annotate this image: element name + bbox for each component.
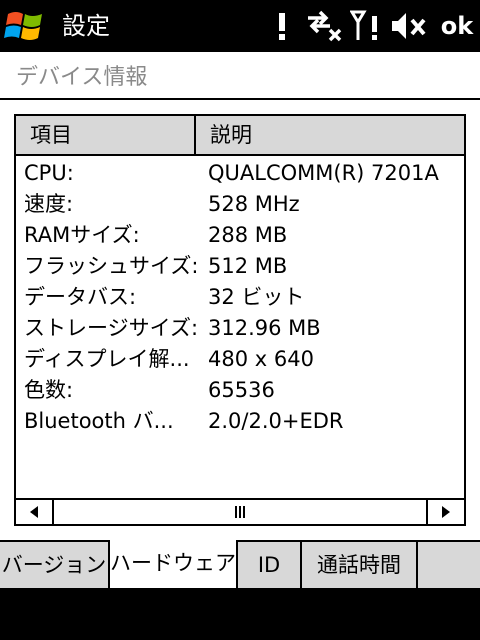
tab-hardware[interactable]: ハードウェア — [108, 540, 238, 590]
tab-call-time[interactable]: 通話時間 — [302, 542, 418, 588]
row-description: 528 MHz — [208, 192, 300, 216]
list-row[interactable]: RAMサイズ: 288 MB — [16, 220, 464, 251]
tab-version[interactable]: バージョン — [0, 542, 110, 588]
data-connection-off-icon[interactable] — [304, 8, 344, 44]
row-description: 32 ビット — [208, 285, 305, 309]
row-description: 288 MB — [208, 223, 288, 247]
row-item: Bluetooth バ... — [24, 409, 174, 433]
notification-exclamation-icon[interactable] — [270, 8, 294, 44]
scrollbar-thumb[interactable] — [54, 500, 426, 524]
row-description: 2.0/2.0+EDR — [208, 409, 344, 433]
window-title: 設定 — [62, 12, 110, 40]
row-description: 480 x 640 — [208, 347, 314, 371]
row-description: 312.96 MB — [208, 316, 321, 340]
row-item: 速度: — [24, 192, 74, 216]
device-info-list[interactable]: 項目 説明 CPU: QUALCOMM(R) 7201A 速度: 528 MHz… — [14, 114, 466, 526]
row-item: データバス: — [24, 285, 137, 309]
tab-bar: バージョン ハードウェア ID 通話時間 — [0, 540, 480, 590]
column-header-item[interactable]: 項目 — [30, 116, 72, 154]
row-description: 512 MB — [208, 254, 288, 278]
column-header-description[interactable]: 説明 — [210, 116, 252, 154]
scroll-left-arrow-icon — [30, 506, 38, 518]
row-item: フラッシュサイズ: — [24, 254, 199, 278]
grip-icon — [235, 506, 245, 518]
row-item: RAMサイズ: — [24, 223, 140, 247]
horizontal-scrollbar[interactable] — [16, 498, 464, 524]
row-item: CPU: — [24, 161, 74, 185]
list-row[interactable]: ディスプレイ解... 480 x 640 — [16, 344, 464, 375]
row-item: ディスプレイ解... — [24, 347, 190, 371]
softkey-bar — [0, 588, 480, 640]
scroll-left-button[interactable] — [16, 500, 54, 524]
scroll-right-button[interactable] — [426, 500, 464, 524]
page-title: デバイス情報 — [16, 65, 148, 90]
scroll-right-arrow-icon — [442, 506, 450, 518]
list-row[interactable]: フラッシュサイズ: 512 MB — [16, 251, 464, 282]
title-divider — [0, 98, 480, 100]
signal-icon[interactable] — [350, 8, 384, 44]
list-header: 項目 説明 — [16, 116, 464, 156]
row-item: 色数: — [24, 378, 74, 402]
ok-button[interactable]: ok — [438, 8, 476, 44]
list-row[interactable]: 色数: 65536 — [16, 375, 464, 406]
title-bar: 設定 ok — [0, 0, 480, 52]
tab-id[interactable]: ID — [238, 542, 302, 588]
column-divider[interactable] — [194, 116, 196, 154]
list-row[interactable]: CPU: QUALCOMM(R) 7201A — [16, 158, 464, 189]
list-row[interactable]: データバス: 32 ビット — [16, 282, 464, 313]
windows-start-icon[interactable] — [4, 6, 46, 46]
list-row[interactable]: 速度: 528 MHz — [16, 189, 464, 220]
list-row[interactable]: ストレージサイズ: 312.96 MB — [16, 313, 464, 344]
speaker-muted-icon[interactable] — [390, 8, 428, 44]
scrollbar-track[interactable] — [54, 500, 426, 524]
list-rows: CPU: QUALCOMM(R) 7201A 速度: 528 MHz RAMサイ… — [16, 158, 464, 437]
row-item: ストレージサイズ: — [24, 316, 199, 340]
row-description: 65536 — [208, 378, 275, 402]
list-row[interactable]: Bluetooth バ... 2.0/2.0+EDR — [16, 406, 464, 437]
row-description: QUALCOMM(R) 7201A — [208, 161, 439, 185]
